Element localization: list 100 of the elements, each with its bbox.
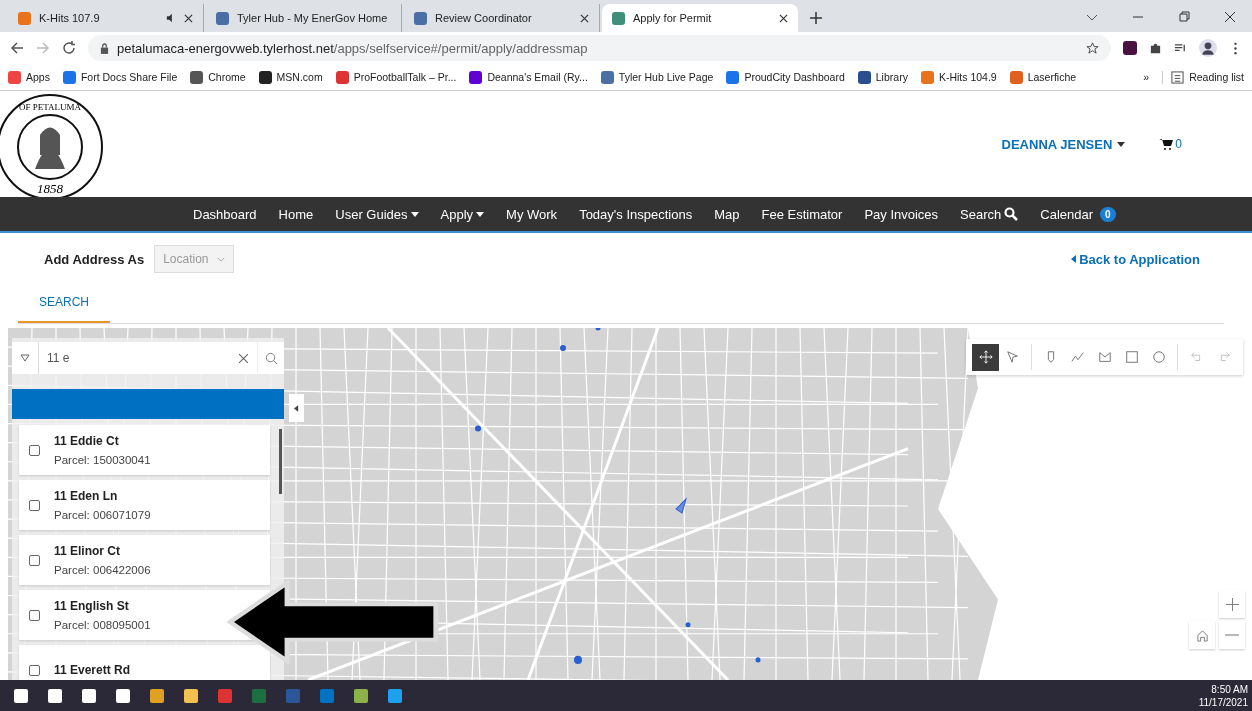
bookmark[interactable]: Deanna's Email (Ry... [469,70,588,84]
rect-tool-icon [1124,350,1139,364]
checkbox[interactable] [29,609,40,621]
star-icon[interactable] [1086,41,1099,55]
circle-tool-icon [1151,350,1166,364]
more-bookmarks[interactable]: » [1143,71,1150,83]
browser-tab[interactable]: K-Hits 107.9 [8,4,204,32]
favicon-icon [600,70,614,84]
checkbox[interactable] [29,444,40,456]
bookmark[interactable]: Laserfiche [1009,70,1077,84]
collapse-button[interactable] [289,394,304,422]
nav-item[interactable]: Pay Invoices [864,206,939,222]
nav-item[interactable]: Apply [440,206,485,222]
count-badge: 0 [1100,206,1116,222]
nav-item[interactable]: My Work [506,206,558,222]
scrollbar[interactable] [279,429,282,494]
bookmark[interactable]: MSN.com [258,70,323,84]
clock-time: 8:50 AM [1211,682,1248,696]
url-text: petalumaca-energovweb.tylerhost.net/apps/selfservice#/permit/apply/addressmap [117,40,588,56]
nav-item[interactable]: Calendar 0 [1040,206,1116,222]
nav-item[interactable]: Dashboard [193,206,257,222]
caret-icon [410,211,419,217]
browser-tab[interactable]: Apply for Permit [602,4,798,32]
close-icon[interactable] [779,13,788,23]
nav-item[interactable]: Search [960,206,1019,222]
caret-icon [1071,255,1077,263]
reading-list[interactable]: Reading list [1162,70,1244,84]
favicon-icon [8,70,21,84]
cart-button[interactable]: 0 [1159,137,1182,151]
caret-icon [476,211,485,217]
search-tab[interactable]: SEARCH [18,285,110,323]
favicon-icon [920,70,934,84]
search-icon [1004,207,1019,221]
favicon-icon [190,70,204,84]
nav-item[interactable]: Fee Estimator [761,206,843,222]
extension-icon[interactable] [1123,41,1137,55]
back-icon[interactable] [10,41,24,55]
tab-title: Review Coordinator [435,12,533,24]
tab-title: Tyler Hub - My EnerGov Home [237,12,388,24]
address-text: 11 English St [54,599,130,613]
home-icon [1195,628,1209,642]
checkbox[interactable] [29,664,40,676]
address-bar[interactable]: petalumaca-energovweb.tylerhost.net/apps/selfservice#/permit/apply/addressmap [88,35,1111,61]
field-label: Add Address As [44,251,145,267]
favicon-icon [216,11,229,25]
parcel-text: Parcel: 006071079 [54,509,151,521]
result-card[interactable]: 11 Elinor Ct Parcel: 006422006 [19,535,270,585]
bookmark[interactable]: K-Hits 104.9 [920,70,997,84]
parcel-text: Parcel: 006422006 [54,564,151,576]
nav-item[interactable]: Home [278,206,314,222]
bookmark[interactable]: Library [857,70,908,84]
tab-title: K-Hits 107.9 [39,12,101,24]
close-icon[interactable] [184,13,193,23]
result-card[interactable]: 11 Eddie Ct Parcel: 150030041 [19,425,270,475]
favicon-icon [726,70,740,84]
minus-icon [1225,634,1239,636]
search-box[interactable]: 11 e [12,342,284,374]
browser-tab[interactable]: Review Coordinator [404,4,600,32]
parcel-text: Parcel: 150030041 [54,454,151,466]
chevron-down-icon [216,256,225,262]
address-text: 11 Elinor Ct [54,544,122,558]
favicon-icon [335,70,349,84]
favicon-icon [414,11,427,25]
nav-item[interactable]: Today's Inspections [579,206,693,222]
address-text: 11 Everett Rd [54,663,131,677]
bookmark[interactable]: ProudCity Dashboard [726,70,845,84]
bookmark[interactable]: ProFootballTalk – Pr... [335,70,457,84]
favicon-icon [469,70,483,84]
profile-icon[interactable] [1199,39,1217,57]
close-icon[interactable] [1224,11,1236,23]
favicon-icon [857,70,871,84]
tab-title: Apply for Permit [633,12,713,24]
checkbox[interactable] [29,554,40,566]
nav-item[interactable]: User Guides [335,206,419,222]
zoom-in-button[interactable] [1219,590,1245,618]
clear-icon[interactable] [238,352,249,364]
plus-icon [1225,597,1239,611]
nav-item[interactable]: Map [714,206,740,222]
bookmark[interactable]: Chrome [190,70,246,84]
favicon-icon [258,70,272,84]
favicon-icon [62,70,76,84]
new-tab-icon[interactable] [810,12,822,24]
restore-icon[interactable] [1178,11,1190,23]
bookmark[interactable]: Fort Docs Share File [62,70,178,84]
puzzle-icon[interactable] [1149,41,1162,55]
reload-icon[interactable] [62,41,76,55]
checkbox[interactable] [29,499,40,511]
map-tool-button[interactable] [972,343,999,371]
result-card[interactable]: 11 English St Parcel: 008095001 [19,590,270,640]
address-text: 11 Eddie Ct [54,434,120,448]
bookmark[interactable]: Tyler Hub Live Page [600,70,714,84]
pan-tool-icon [978,350,993,364]
browser-tab[interactable]: Tyler Hub - My EnerGov Home [206,4,402,32]
result-card[interactable]: 11 Everett Rd [19,645,270,680]
back-link[interactable]: Back to Application [1071,251,1200,267]
user-menu[interactable]: DEANNA JENSEN [1001,136,1126,152]
bookmark[interactable]: Apps [8,70,50,84]
result-card[interactable]: 11 Eden Ln Parcel: 006071079 [19,480,270,530]
address-text: 11 Eden Ln [54,489,119,503]
close-icon[interactable] [580,13,589,23]
